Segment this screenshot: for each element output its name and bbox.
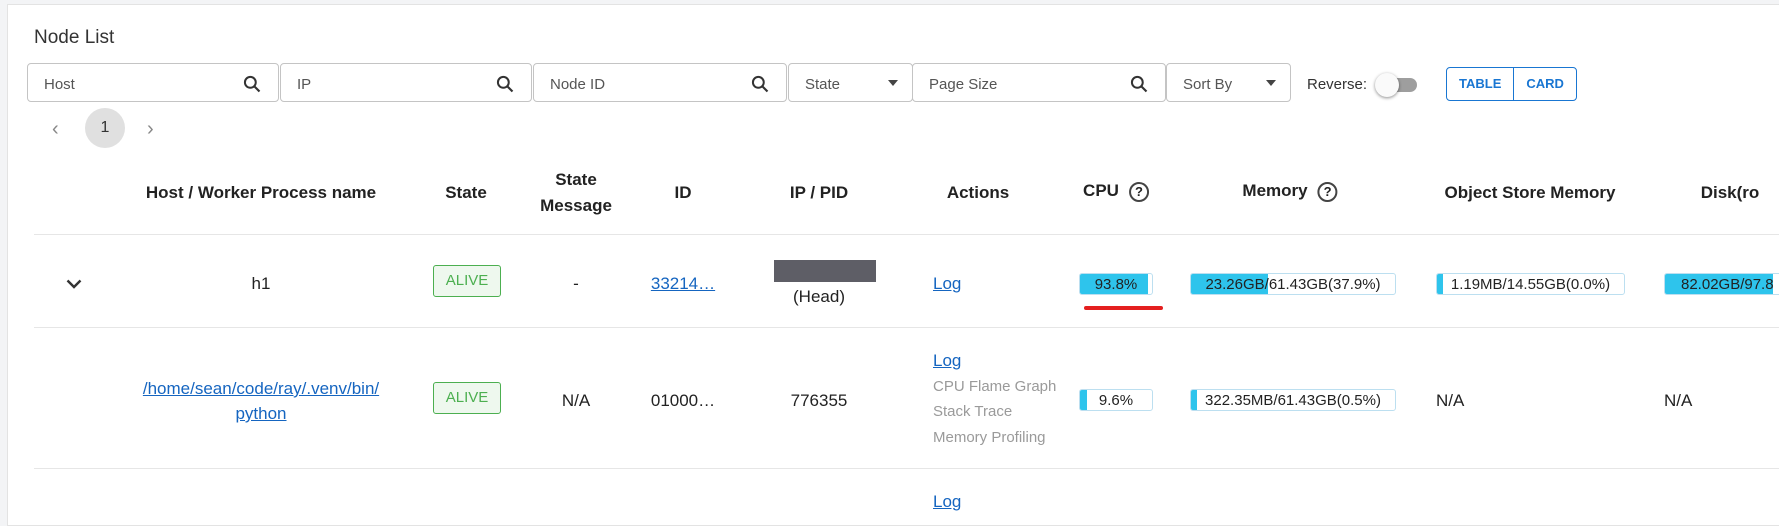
page-size-placeholder: Page Size [929, 76, 998, 93]
help-icon[interactable]: ? [1317, 181, 1338, 202]
stack-trace-link[interactable]: Stack Trace [933, 403, 1012, 420]
cpu-usage-bar: 9.6% [1079, 389, 1153, 411]
row-divider [34, 327, 1779, 328]
view-mode-toggle: TABLE CARD [1446, 67, 1577, 101]
disk-usage-bar: 82.02GB/97.8 [1664, 273, 1779, 295]
usage-text: 82.02GB/97.8 [1681, 276, 1774, 293]
previous-page-button[interactable]: ‹ [52, 118, 59, 141]
state-select[interactable]: State [788, 63, 913, 102]
log-link[interactable]: Log [933, 492, 961, 512]
header-cpu: CPU? [1083, 181, 1149, 202]
help-icon[interactable]: ? [1128, 181, 1149, 202]
node-list-panel: Node List Host IP Node ID State Page Siz… [7, 4, 1779, 526]
header-state-message-line1: State [555, 170, 597, 189]
header-ip-pid: IP / PID [789, 183, 849, 202]
header-state: State [445, 183, 487, 202]
usage-text: 322.35MB/61.43GB(0.5%) [1205, 392, 1381, 409]
row-divider [34, 468, 1779, 469]
highlight-underline [1084, 306, 1163, 310]
header-object-store-memory: Object Store Memory [1444, 183, 1616, 202]
memory-profiling-link[interactable]: Memory Profiling [933, 429, 1046, 446]
worker-process-link[interactable]: /home/sean/code/ray/.venv/bin/ python [143, 376, 379, 426]
sort-by-label: Sort By [1183, 76, 1233, 93]
page-1-button[interactable]: 1 [85, 108, 125, 148]
cpu-usage-bar: 93.8% [1079, 273, 1153, 295]
host-name: h1 [251, 274, 271, 293]
usage-text: 1.19MB/14.55GB(0.0%) [1450, 276, 1611, 293]
header-id: ID [674, 183, 692, 202]
state-select-label: State [805, 76, 841, 93]
sort-by-select[interactable]: Sort By [1166, 63, 1291, 102]
page-title: Node List [34, 27, 115, 48]
status-badge: ALIVE [433, 265, 501, 297]
header-host: Host / Worker Process name [145, 183, 377, 202]
host-placeholder: Host [44, 76, 75, 93]
header-state-message: State Message [540, 167, 612, 219]
search-icon[interactable] [1129, 74, 1149, 94]
redacted-ip [774, 260, 876, 282]
search-icon[interactable] [495, 74, 515, 94]
chevron-down-icon[interactable] [66, 278, 82, 290]
next-page-button[interactable]: › [147, 118, 154, 141]
toggle-thumb [1375, 73, 1399, 97]
reverse-label: Reverse: [1307, 76, 1368, 93]
worker-pid: 776355 [790, 391, 848, 410]
cpu-flame-graph-link[interactable]: CPU Flame Graph [933, 378, 1056, 395]
row-divider [34, 234, 1779, 235]
reverse-toggle[interactable] [1375, 73, 1421, 97]
log-link[interactable]: Log [933, 274, 961, 294]
host-search-input[interactable]: Host [27, 63, 279, 102]
worker-process-path-line2: python [235, 404, 287, 423]
object-store-usage-bar: 1.19MB/14.55GB(0.0%) [1436, 273, 1625, 295]
memory-usage-bar: 23.26GB/61.43GB(37.9%) [1190, 273, 1396, 295]
worker-id: 01000… [650, 391, 716, 410]
ip-pid-head: (Head) [793, 287, 845, 306]
status-badge: ALIVE [433, 382, 501, 414]
state-message: N/A [561, 391, 591, 410]
disk-value: N/A [1664, 391, 1693, 410]
state-message: - [573, 274, 579, 293]
object-store-value: N/A [1436, 391, 1465, 410]
header-disk: Disk(ro [1700, 183, 1760, 202]
page-size-input[interactable]: Page Size [912, 63, 1166, 102]
header-cpu-label: CPU [1083, 181, 1119, 200]
search-icon[interactable] [750, 74, 770, 94]
usage-text: 23.26GB/61.43GB(37.9%) [1205, 276, 1381, 293]
usage-text: 93.8% [1094, 276, 1138, 293]
node-id-search-input[interactable]: Node ID [533, 63, 787, 102]
node-id-placeholder: Node ID [550, 76, 606, 93]
ip-search-input[interactable]: IP [280, 63, 532, 102]
log-link[interactable]: Log [933, 351, 961, 371]
memory-usage-bar: 322.35MB/61.43GB(0.5%) [1190, 389, 1396, 411]
header-memory-label: Memory [1242, 181, 1308, 200]
card-view-button[interactable]: CARD [1513, 68, 1576, 100]
worker-process-path-line1: /home/sean/code/ray/.venv/bin/ [142, 379, 380, 398]
search-icon[interactable] [242, 74, 262, 94]
header-actions: Actions [946, 183, 1010, 202]
header-memory: Memory? [1242, 181, 1338, 202]
ip-placeholder: IP [297, 76, 312, 93]
table-view-button[interactable]: TABLE [1447, 68, 1513, 100]
usage-text: 9.6% [1098, 392, 1134, 409]
dropdown-arrow-icon [888, 80, 898, 86]
dropdown-arrow-icon [1266, 80, 1276, 86]
header-state-message-line2: Message [540, 196, 612, 215]
node-id-link[interactable]: 33214… [651, 274, 715, 294]
